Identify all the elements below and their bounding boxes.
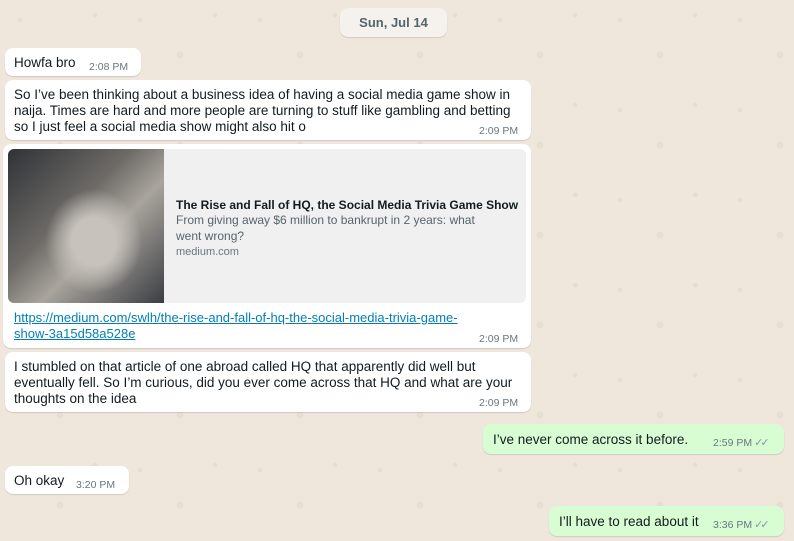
message-text: I stumbled on that article of one abroad… bbox=[14, 359, 512, 407]
message-link[interactable]: https://medium.com/swlh/the-rise-and-fal… bbox=[14, 310, 458, 342]
link-preview-description: From giving away $6 million to bankrupt … bbox=[176, 212, 516, 244]
description-line: From giving away $6 million to bankrupt … bbox=[176, 213, 475, 227]
message-bubble-incoming[interactable]: So I’ve been thinking about a business i… bbox=[5, 80, 531, 140]
message-text: I’ll have to read about it bbox=[559, 514, 699, 529]
message-time-text: 2:59 PM bbox=[713, 437, 753, 449]
message-time: 3:36 PM ✓✓ bbox=[713, 517, 770, 533]
message-bubble-incoming[interactable]: Howfa bro 2:08 PM bbox=[5, 48, 141, 76]
link-line[interactable]: https://medium.com/swlh/the-rise-and-fal… bbox=[14, 310, 458, 326]
double-check-icon: ✓✓ bbox=[754, 437, 770, 449]
message-time: 3:20 PM bbox=[76, 479, 116, 491]
message-line: naija. Times are hard and more people ar… bbox=[14, 103, 511, 118]
message-text: Howfa bro bbox=[14, 55, 76, 70]
double-check-icon: ✓✓ bbox=[754, 519, 770, 531]
message-time: 2:09 PM bbox=[479, 125, 519, 137]
message-time: 2:09 PM bbox=[479, 397, 519, 409]
message-line: thoughts on the idea bbox=[14, 391, 137, 406]
link-preview-title: The Rise and Fall of HQ, the Social Medi… bbox=[176, 198, 519, 212]
date-separator: Sun, Jul 14 bbox=[340, 8, 447, 37]
description-line: went wrong? bbox=[176, 229, 245, 243]
message-text: Oh okay bbox=[14, 473, 65, 488]
message-bubble-incoming-link[interactable]: The Rise and Fall of HQ, the Social Medi… bbox=[3, 144, 531, 348]
message-bubble-incoming[interactable]: Oh okay 3:20 PM bbox=[5, 466, 129, 494]
link-preview-card[interactable]: The Rise and Fall of HQ, the Social Medi… bbox=[8, 149, 526, 303]
message-bubble-outgoing[interactable]: I’ll have to read about it 3:36 PM ✓✓ bbox=[549, 506, 784, 536]
link-preview-domain: medium.com bbox=[176, 246, 239, 258]
link-preview-thumbnail bbox=[8, 149, 164, 303]
message-line: eventually fell. So I’m curious, did you… bbox=[14, 375, 513, 390]
message-line: So I’ve been thinking about a business i… bbox=[14, 87, 511, 102]
message-time: 2:08 PM bbox=[89, 61, 129, 73]
message-line: so I just feel a social media show might… bbox=[14, 119, 306, 134]
message-text: So I’ve been thinking about a business i… bbox=[14, 87, 511, 135]
message-bubble-incoming[interactable]: I stumbled on that article of one abroad… bbox=[5, 352, 531, 412]
message-bubble-outgoing[interactable]: I’ve never come across it before. 2:59 P… bbox=[483, 424, 784, 454]
message-time: 2:09 PM bbox=[479, 333, 519, 345]
message-line: I stumbled on that article of one abroad… bbox=[14, 359, 476, 374]
message-time: 2:59 PM ✓✓ bbox=[713, 435, 770, 451]
message-time-text: 3:36 PM bbox=[713, 519, 753, 531]
message-text: I’ve never come across it before. bbox=[493, 432, 689, 447]
link-line[interactable]: show-3a15d58a528e bbox=[14, 326, 458, 342]
